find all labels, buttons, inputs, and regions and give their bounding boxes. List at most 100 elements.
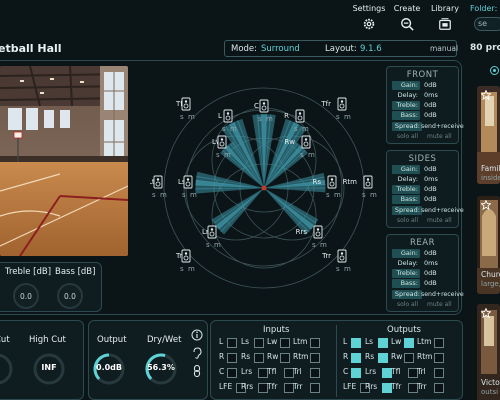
input-channel[interactable]: Rs — [241, 352, 264, 363]
output-knob[interactable]: 0.0dB — [91, 351, 127, 387]
treble-knob[interactable]: 0.0 — [13, 283, 39, 309]
speaker-bass-row[interactable]: Bass: 0dB — [390, 111, 457, 120]
input-channel[interactable]: Rrs — [241, 382, 268, 393]
mute-all-button[interactable]: mute all — [427, 217, 452, 224]
input-channel-checkbox[interactable] — [227, 368, 237, 378]
output-channel[interactable]: C — [343, 367, 361, 378]
output-channel-checkbox[interactable] — [378, 353, 388, 363]
solo-all-button[interactable]: solo all — [397, 133, 418, 140]
input-channel[interactable]: Rw — [267, 352, 290, 363]
speaker-treble-row[interactable]: Treble: 0dB — [390, 269, 457, 278]
speaker-bass-row[interactable]: Bass: 0dB — [390, 279, 457, 288]
speaker-mute-button[interactable]: m — [344, 113, 351, 121]
speaker-mute-button[interactable]: m — [214, 241, 221, 249]
favorite-star-icon-1[interactable] — [481, 90, 491, 100]
input-channel[interactable]: Tfl — [267, 367, 294, 378]
speaker-mute-button[interactable]: m — [188, 265, 195, 273]
speaker-trr[interactable]: Trr s m — [321, 249, 351, 273]
speaker-trl[interactable]: Trl s m — [175, 249, 195, 273]
search-input[interactable]: se — [474, 17, 500, 31]
output-channel-checkbox[interactable] — [434, 353, 444, 363]
speaker-delay-row[interactable]: Delay: 0ms — [390, 259, 457, 268]
input-channel-checkbox[interactable] — [227, 338, 237, 348]
drywet-knob[interactable]: 56.3% — [143, 351, 179, 387]
output-channel-checkbox[interactable] — [351, 368, 361, 378]
bass-knob[interactable]: 0.0 — [57, 283, 83, 309]
settings-button[interactable]: Settings — [352, 4, 386, 31]
speaker-solo-button[interactable]: s — [152, 191, 156, 199]
speaker-mute-button[interactable]: m — [190, 191, 197, 199]
high-cut-knob[interactable]: INF — [31, 351, 67, 387]
speaker-bass-row[interactable]: Bass: 0dB — [390, 195, 457, 204]
speaker-mute-button[interactable]: m — [266, 115, 273, 123]
speaker-delay-row[interactable]: Delay: 0ms — [390, 175, 457, 184]
output-channel-checkbox[interactable] — [351, 338, 361, 348]
speaker-mute-button[interactable]: m — [320, 241, 327, 249]
layout-value[interactable]: 9.1.6 — [360, 44, 382, 54]
output-channel-checkbox[interactable] — [434, 368, 444, 378]
speaker-ls[interactable]: Ls s m — [178, 175, 197, 199]
solo-all-button[interactable]: solo all — [397, 301, 418, 308]
speaker-spread-row[interactable]: Spread: send+receive — [390, 290, 464, 299]
input-channel[interactable]: R — [219, 352, 237, 363]
input-channel[interactable]: LFE — [219, 382, 246, 393]
speaker-solo-button[interactable]: s — [182, 191, 186, 199]
speaker-mute-button[interactable]: m — [370, 191, 377, 199]
speaker-mute-button[interactable]: m — [188, 113, 195, 121]
speaker-solo-button[interactable]: s — [222, 125, 226, 133]
output-channel-checkbox[interactable] — [378, 338, 388, 348]
speaker-tfl[interactable]: Tfl s m — [175, 97, 195, 121]
low-cut-knob[interactable] — [0, 351, 15, 387]
speaker-gain-row[interactable]: Gain: 0dB — [390, 165, 457, 174]
speaker-delay-row[interactable]: Delay: 0ms — [390, 91, 457, 100]
speaker-solo-button[interactable]: s — [294, 125, 298, 133]
output-channel[interactable]: Lrs — [365, 367, 392, 378]
output-channel[interactable]: Ls — [365, 337, 388, 348]
input-channel-checkbox[interactable] — [310, 353, 320, 363]
speaker-spread-row[interactable]: Spread: send+receive — [390, 206, 464, 215]
speaker-mute-button[interactable]: m — [334, 191, 341, 199]
profile-radio[interactable] — [490, 66, 499, 75]
speaker-mute-button[interactable]: m — [344, 265, 351, 273]
input-channel-checkbox[interactable] — [254, 353, 264, 363]
output-channel[interactable]: Rrs — [365, 382, 392, 393]
input-channel[interactable]: Lrs — [241, 367, 268, 378]
output-channel[interactable]: Tfr — [391, 382, 418, 393]
input-channel-checkbox[interactable] — [280, 353, 290, 363]
input-channel-checkbox[interactable] — [254, 338, 264, 348]
solo-all-button[interactable]: solo all — [397, 217, 418, 224]
input-channel[interactable]: Trr — [293, 382, 320, 393]
speaker-treble-row[interactable]: Treble: 0dB — [390, 101, 457, 110]
speaker-gain-row[interactable]: Gain: 0dB — [390, 81, 457, 90]
speaker-solo-button[interactable]: s — [300, 151, 304, 159]
input-channel[interactable]: Trl — [293, 367, 320, 378]
library-button[interactable]: Library — [428, 4, 462, 31]
input-channel-checkbox[interactable] — [310, 368, 320, 378]
input-channel[interactable]: Tfr — [267, 382, 294, 393]
speaker-solo-button[interactable]: s — [326, 191, 330, 199]
input-channel[interactable]: Ls — [241, 337, 264, 348]
speaker-rtm[interactable]: Rtm s m — [343, 175, 377, 199]
speaker-treble-row[interactable]: Treble: 0dB — [390, 185, 457, 194]
speaker-solo-button[interactable]: s — [216, 151, 220, 159]
input-channel-checkbox[interactable] — [310, 383, 320, 393]
mode-bar[interactable]: Mode: Surround Layout: 9.1.6 manual — [224, 40, 458, 57]
output-channel[interactable]: Ltm — [417, 337, 444, 348]
speaker-mute-button[interactable]: m — [302, 125, 309, 133]
output-channel[interactable]: Rw — [391, 352, 414, 363]
speaker-solo-button[interactable]: s — [258, 115, 262, 123]
output-channel-checkbox[interactable] — [434, 338, 444, 348]
output-channel[interactable]: Lw — [391, 337, 414, 348]
create-button[interactable]: Create — [390, 4, 424, 31]
input-channel-checkbox[interactable] — [227, 353, 237, 363]
input-channel[interactable]: Rtm — [293, 352, 320, 363]
speaker-mute-button[interactable]: m — [230, 125, 237, 133]
speaker-spread-row[interactable]: Spread: send+receive — [390, 122, 464, 131]
output-channel-checkbox[interactable] — [404, 338, 414, 348]
speaker-solo-button[interactable]: s — [180, 113, 184, 121]
mute-all-button[interactable]: mute all — [427, 133, 452, 140]
speaker-solo-button[interactable]: s — [312, 241, 316, 249]
output-channel[interactable]: Rtm — [417, 352, 444, 363]
speaker-solo-button[interactable]: s — [180, 265, 184, 273]
output-channel-checkbox[interactable] — [434, 383, 444, 393]
